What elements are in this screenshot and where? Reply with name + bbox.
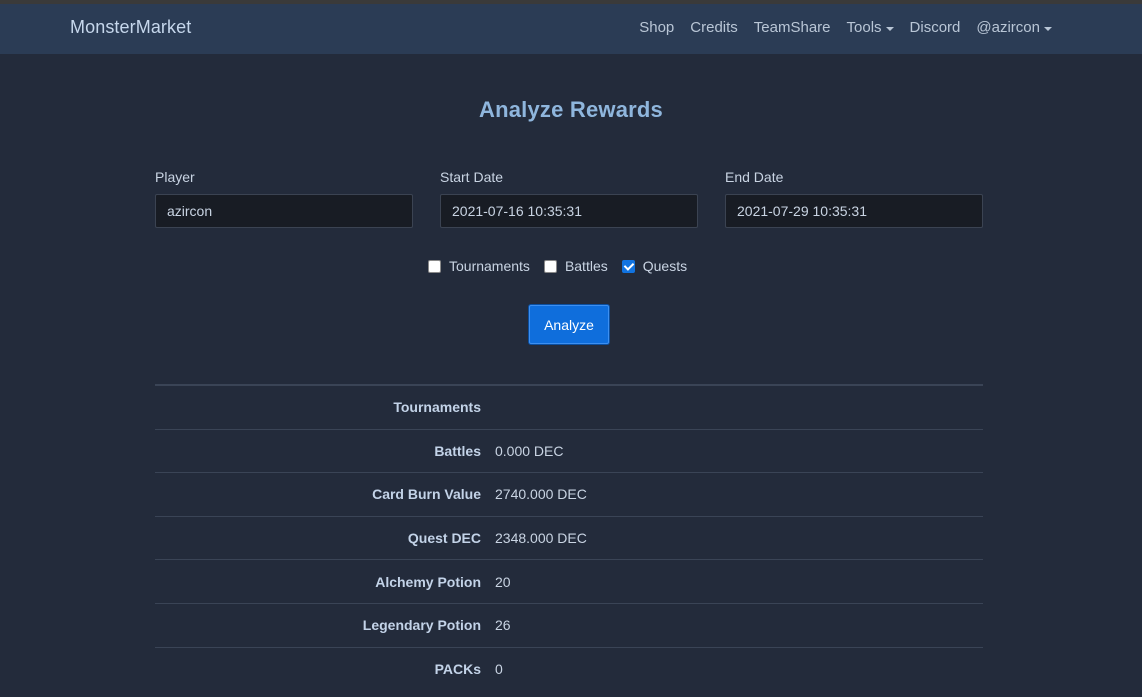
checkbox-unchecked-icon[interactable] (428, 259, 441, 273)
caret-down-icon (1044, 26, 1052, 31)
reward-type-checkboxes: Tournaments Battles Quests (428, 258, 701, 274)
result-value: 20 (495, 573, 511, 590)
result-row-battles: Battles 0.000 DEC (155, 430, 983, 474)
result-value: 2348.000 DEC (495, 530, 587, 547)
nav-tools-dropdown[interactable]: Tools (839, 19, 902, 36)
result-value: 2740.000 DEC (495, 486, 587, 503)
results-table: Tournaments Battles 0.000 DEC Card Burn … (155, 384, 983, 691)
page-title: Analyze Rewards (479, 97, 663, 122)
end-date-label: End Date (725, 169, 784, 185)
start-date-input[interactable] (440, 194, 698, 228)
analyze-button[interactable]: Analyze (529, 305, 609, 344)
tournaments-checkbox[interactable]: Tournaments (428, 258, 530, 274)
nav-credits[interactable]: Credits (682, 19, 746, 36)
checkbox-checked-icon[interactable] (621, 259, 635, 273)
start-date-label: Start Date (440, 169, 504, 185)
nav-tools-label: Tools (846, 19, 882, 36)
nav-teamshare[interactable]: TeamShare (746, 19, 839, 36)
navbar: MonsterMarket Shop Credits TeamShare Too… (0, 4, 1142, 54)
nav-user-label: @azircon (976, 19, 1040, 36)
player-label: Player (155, 169, 195, 185)
result-value: 26 (495, 617, 511, 634)
result-label: Alchemy Potion (375, 573, 481, 590)
nav-credits-label: Credits (690, 19, 738, 36)
brand-logo-link[interactable]: MonsterMarket (70, 17, 191, 38)
result-label: Card Burn Value (372, 486, 481, 503)
battles-checkbox[interactable]: Battles (543, 258, 608, 274)
result-row-legendary-potion: Legendary Potion 26 (155, 604, 983, 648)
result-row-tournaments: Tournaments (155, 386, 983, 430)
result-label: Legendary Potion (362, 617, 481, 634)
caret-down-icon (885, 26, 894, 31)
nav-menu: Shop Credits TeamShare Tools Discord @az… (631, 19, 1060, 36)
result-value: 0 (495, 661, 503, 678)
nav-shop-label: Shop (639, 19, 675, 36)
nav-discord-label: Discord (909, 19, 961, 36)
nav-shop[interactable]: Shop (631, 19, 682, 36)
result-label: Tournaments (393, 399, 481, 416)
result-row-quest-dec: Quest DEC 2348.000 DEC (155, 517, 983, 561)
result-row-card-burn-value: Card Burn Value 2740.000 DEC (155, 473, 983, 517)
result-label: PACKs (434, 661, 481, 678)
battles-checkbox-label: Battles (564, 258, 608, 274)
result-label: Battles (434, 442, 481, 459)
nav-user-dropdown[interactable]: @azircon (968, 19, 1060, 36)
result-value: 0.000 DEC (495, 442, 564, 459)
tournaments-checkbox-label: Tournaments (449, 258, 530, 274)
quests-checkbox[interactable]: Quests (621, 258, 688, 274)
nav-teamshare-label: TeamShare (753, 19, 831, 36)
quests-checkbox-label: Quests (642, 258, 688, 274)
end-date-input[interactable] (725, 194, 983, 228)
checkbox-unchecked-icon[interactable] (543, 259, 557, 273)
player-input[interactable] (155, 194, 413, 228)
nav-discord[interactable]: Discord (902, 19, 969, 36)
result-row-packs: PACKs 0 (155, 648, 983, 692)
result-row-alchemy-potion: Alchemy Potion 20 (155, 560, 983, 604)
result-label: Quest DEC (407, 530, 481, 547)
